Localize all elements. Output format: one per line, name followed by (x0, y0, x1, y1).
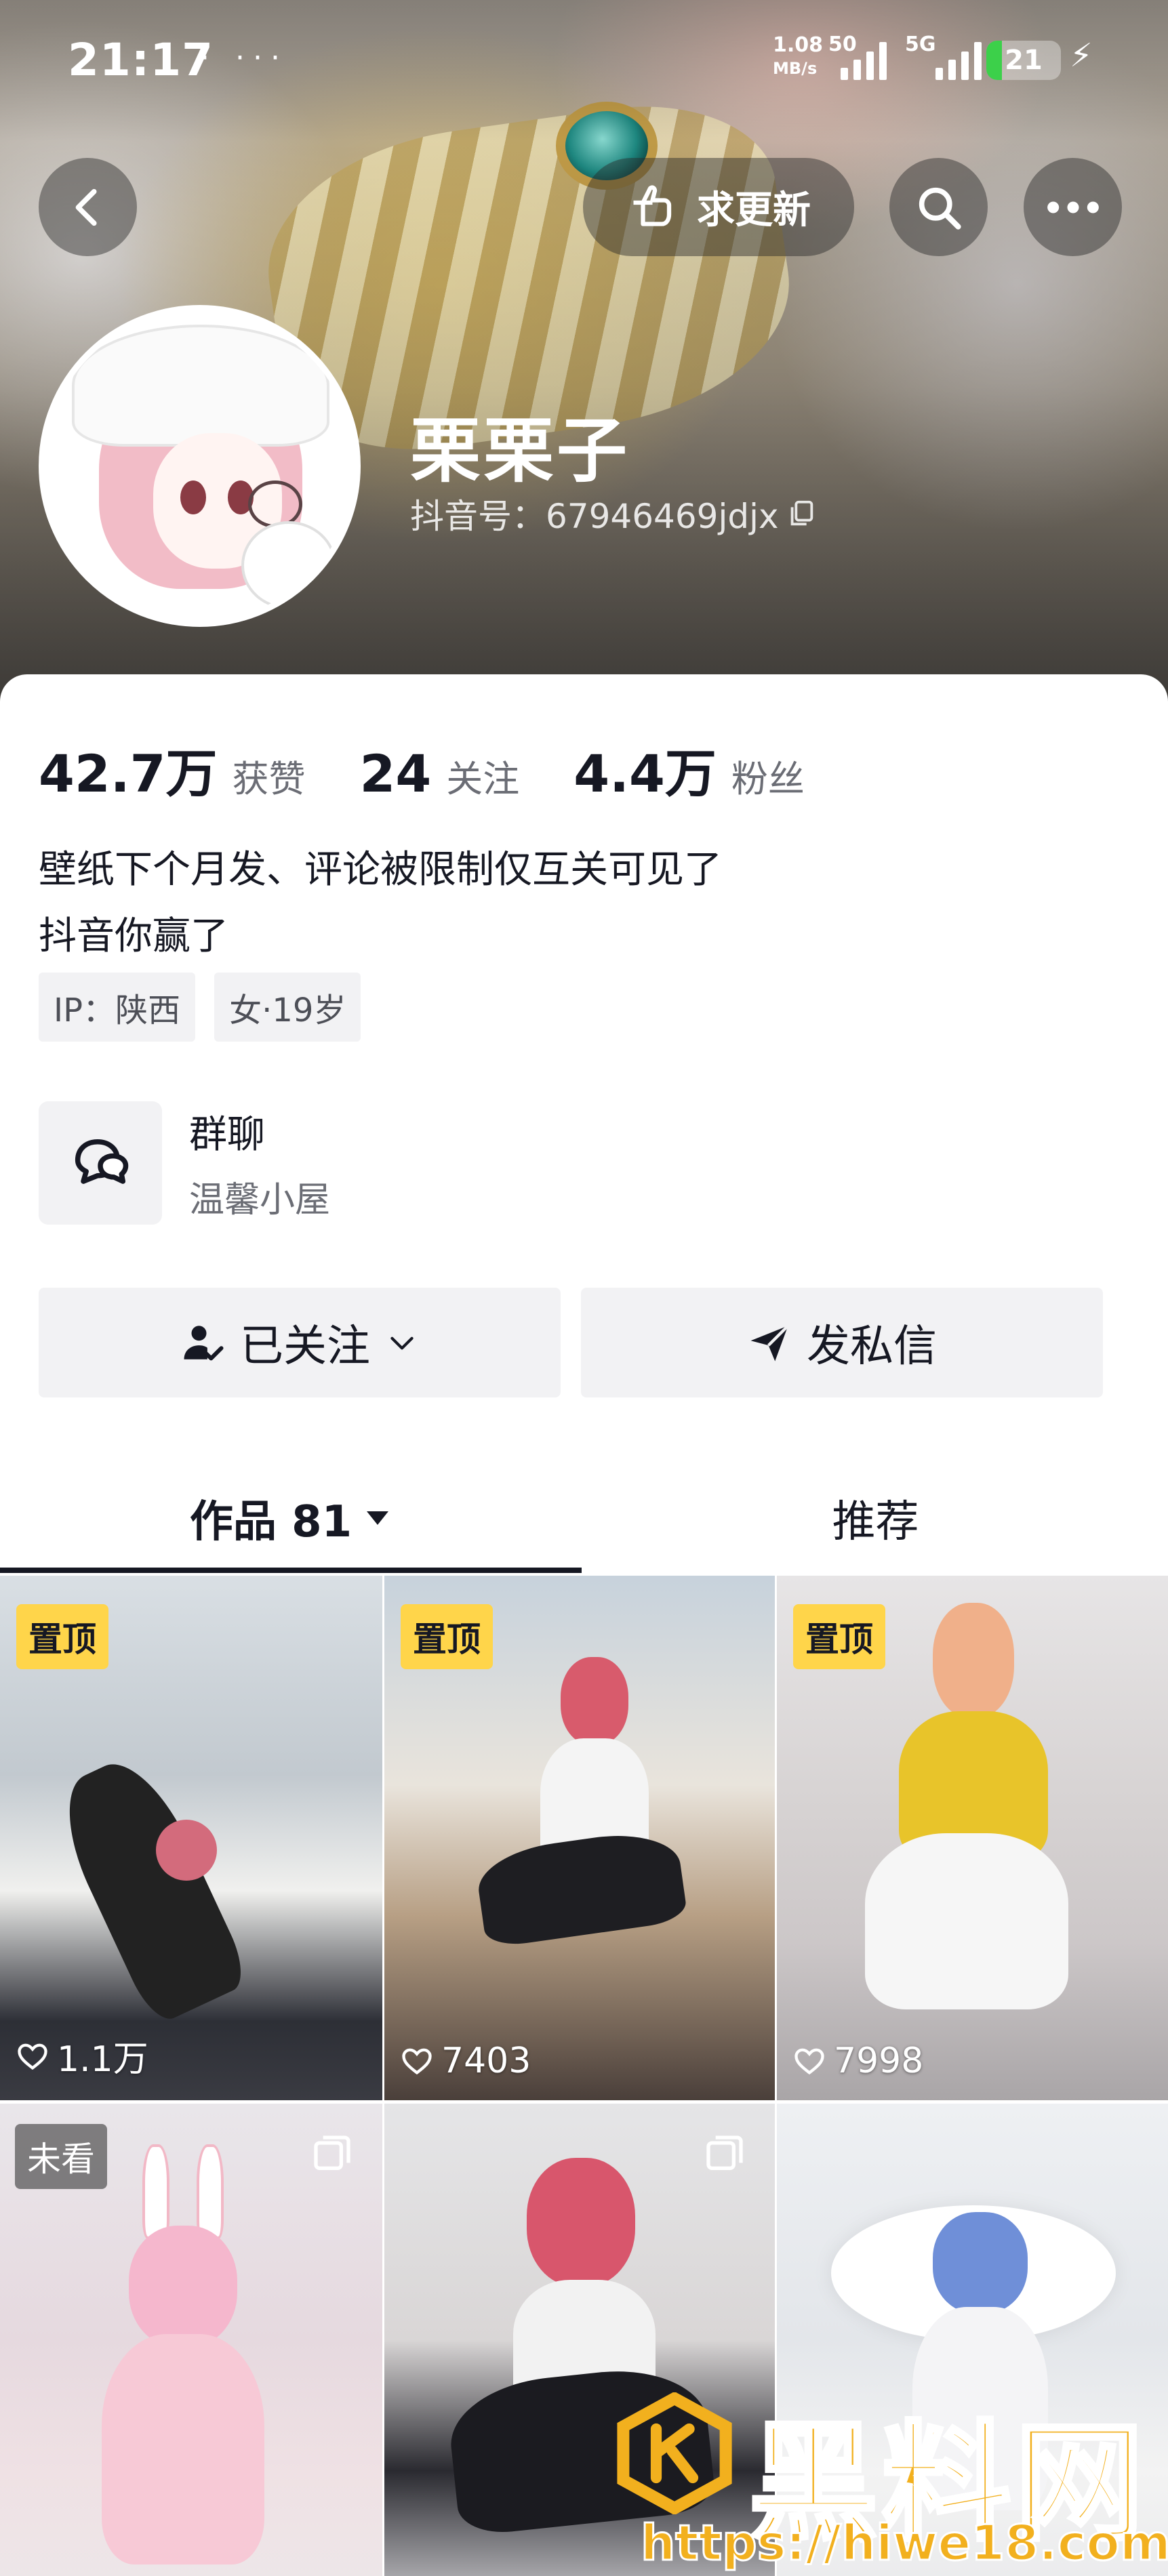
following-label: 已关注 (240, 1322, 370, 1372)
chat-bubbles-icon (75, 1139, 129, 1184)
tab-works-label: 作品 81 (189, 1497, 353, 1547)
heart-icon (794, 2048, 824, 2075)
send-message-label: 发私信 (807, 1322, 937, 1372)
bio-line: 壁纸下个月发、评论被限制仅互关可见了 (39, 848, 722, 892)
group-chat-icon-box (39, 1101, 162, 1225)
profile-name: 栗栗子 (410, 409, 630, 492)
caret-down-icon (367, 1511, 389, 1525)
group-chat-subtitle: 温馨小屋 (189, 1180, 331, 1221)
video-thumbnail[interactable]: 置顶 7998 (777, 1576, 1168, 2100)
profile-info-card: 42.7万 获赞 24 关注 4.4万 粉丝 壁纸下个月发、评论被限制仅互关可见… (0, 674, 1168, 1576)
pinned-badge: 置顶 (16, 1604, 108, 1669)
request-update-label: 求更新 (697, 188, 811, 232)
douyin-id: 抖音号：67946469jdjx (410, 489, 817, 538)
multi-image-icon (706, 2135, 743, 2170)
tab-recommend-label: 推荐 (832, 1497, 919, 1547)
request-update-button[interactable]: 求更新 (583, 158, 854, 256)
tag-ip-location: IP：陕西 (39, 973, 196, 1042)
content-tabs: 作品 81 推荐 (0, 1467, 1168, 1569)
chevron-left-icon (75, 188, 97, 226)
profile-actions: 已关注 发私信 (39, 1288, 1103, 1397)
paper-plane-icon (750, 1324, 790, 1362)
video-thumbnail[interactable]: 置顶 1.1万 (0, 1576, 382, 2100)
signal-bars-5g-icon (935, 39, 982, 80)
avatar[interactable] (39, 305, 361, 627)
more-icon (1047, 201, 1099, 213)
stat-followers[interactable]: 4.4万 粉丝 (573, 732, 805, 806)
stat-likes[interactable]: 42.7万 获赞 (39, 732, 306, 806)
signal-bars-icon (841, 39, 887, 80)
pinned-badge: 置顶 (793, 1604, 885, 1669)
group-chat-entry[interactable]: 群聊 温馨小屋 (39, 1101, 330, 1225)
douyin-id-text: 抖音号：67946469jdjx (410, 497, 779, 536)
site-watermark: 黑料网 https://hiwe18.com (613, 2379, 1168, 2573)
multi-image-icon (314, 2135, 350, 2170)
hand-point-icon (633, 184, 672, 226)
profile-bio: 壁纸下个月发、评论被限制仅互关可见了 抖音你赢了 (39, 837, 722, 970)
watermark-url: https://hiwe18.com (640, 2514, 1168, 2573)
heart-icon (402, 2048, 432, 2075)
charging-icon: ⚡ (1070, 37, 1093, 75)
stat-following[interactable]: 24 关注 (360, 743, 520, 804)
group-chat-title: 群聊 (189, 1113, 265, 1157)
following-button[interactable]: 已关注 (39, 1288, 561, 1397)
send-message-button[interactable]: 发私信 (581, 1288, 1103, 1397)
profile-stats: 42.7万 获赞 24 关注 4.4万 粉丝 (39, 732, 859, 806)
search-button[interactable] (889, 158, 988, 256)
net-speed: 1.08 MB/s (773, 33, 824, 79)
more-button[interactable] (1024, 158, 1122, 256)
user-check-icon (184, 1326, 224, 1361)
active-tab-indicator (0, 1568, 582, 1573)
watermark-logo-icon (617, 2392, 732, 2514)
like-count: 7403 (399, 2041, 531, 2081)
copy-icon[interactable] (786, 498, 817, 529)
back-button[interactable] (39, 158, 137, 256)
status-bar: 21:17 · ··· 1.08 MB/s 50 5G 21 ⚡ (0, 27, 1168, 102)
video-thumbnail[interactable]: 置顶 7403 (384, 1576, 775, 2100)
like-count: 1.1万 (15, 2030, 148, 2081)
clock: 21:17 (68, 34, 214, 86)
profile-tags: IP：陕西 女·19岁 (39, 973, 361, 1042)
search-icon (919, 187, 961, 230)
like-count: 7998 (792, 2041, 923, 2081)
video-thumbnail[interactable]: 未看 (0, 2104, 382, 2576)
network-type: 5G (905, 33, 936, 56)
tab-works[interactable]: 作品 81 (0, 1467, 584, 1569)
pinned-badge: 置顶 (401, 1604, 493, 1669)
battery-icon: 21 (986, 41, 1061, 80)
unwatched-badge: 未看 (15, 2124, 107, 2189)
tab-recommend[interactable]: 推荐 (584, 1467, 1167, 1569)
bio-line: 抖音你赢了 (39, 914, 228, 958)
chevron-down-icon (390, 1336, 414, 1350)
notification-dots: · ··· (200, 41, 288, 75)
heart-icon (18, 2043, 47, 2070)
tag-gender-age: 女·19岁 (214, 973, 361, 1042)
